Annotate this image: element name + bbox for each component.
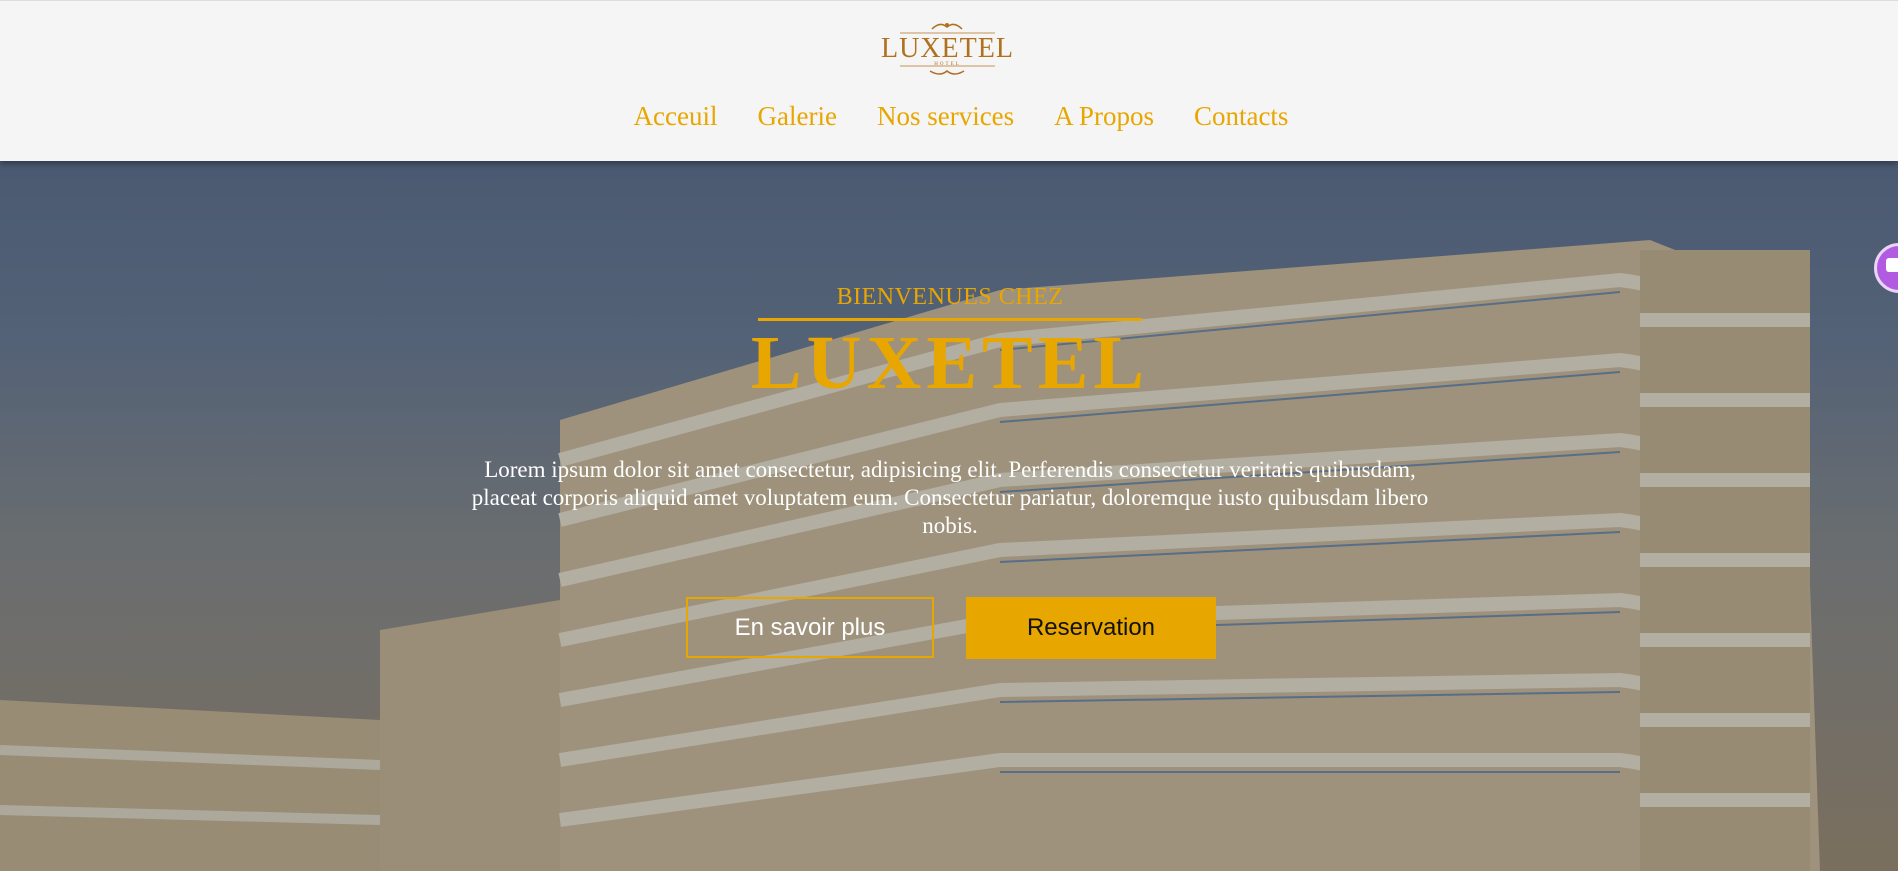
- nav-galerie[interactable]: Galerie: [758, 101, 837, 132]
- nav-contacts[interactable]: Contacts: [1194, 101, 1289, 132]
- hero-welcome: BIENVENUES CHEZ: [836, 284, 1064, 310]
- chat-face-icon: [1886, 258, 1898, 272]
- main-nav: Acceuil Galerie Nos services A Propos Co…: [0, 101, 1898, 132]
- nav-acceuil[interactable]: Acceuil: [634, 101, 718, 132]
- learn-more-button[interactable]: En savoir plus: [686, 597, 934, 658]
- reservation-button[interactable]: Reservation: [966, 597, 1216, 659]
- site-header: LUXETEL HOTEL Acceuil Galerie Nos servic…: [0, 0, 1898, 161]
- logo-subtext: HOTEL: [934, 62, 961, 67]
- hero-description: Lorem ipsum dolor sit amet consectetur, …: [471, 457, 1429, 538]
- nav-nos-services[interactable]: Nos services: [877, 101, 1014, 132]
- luxetel-logo[interactable]: LUXETEL HOTEL: [880, 19, 1015, 79]
- nav-a-propos[interactable]: A Propos: [1054, 101, 1154, 132]
- logo-text: LUXETEL: [881, 33, 1014, 64]
- hero-brand-title: LUXETEL: [750, 321, 1150, 405]
